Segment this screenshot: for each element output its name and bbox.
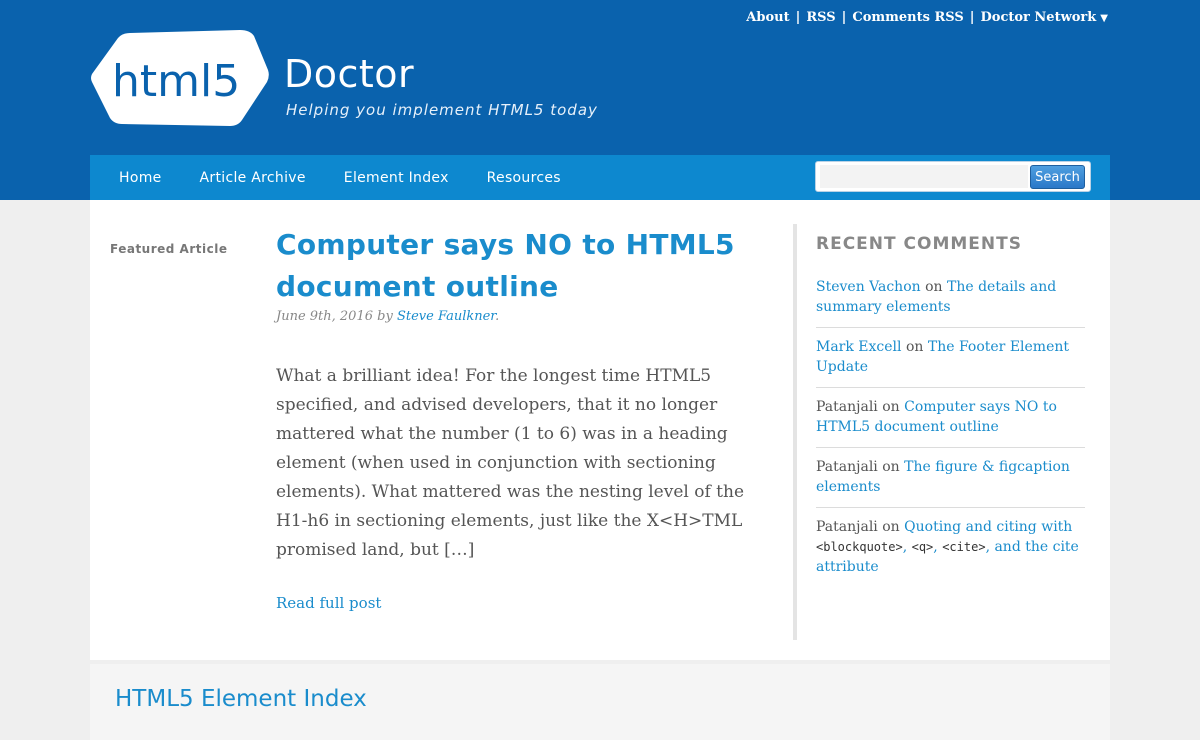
tagline: Helping you implement HTML5 today bbox=[286, 101, 598, 119]
comment-author: Patanjali bbox=[816, 459, 878, 475]
main-nav: Home Article Archive Element Index Resou… bbox=[90, 155, 1110, 200]
code-cite: <cite> bbox=[942, 540, 986, 554]
element-index-title[interactable]: HTML5 Element Index bbox=[115, 686, 367, 712]
comment-on: on bbox=[882, 459, 900, 475]
nav-item-home[interactable]: Home bbox=[119, 170, 162, 186]
featured-article-label: Featured Article bbox=[110, 242, 228, 256]
separator: | bbox=[969, 10, 975, 25]
comment-author: Patanjali bbox=[816, 399, 878, 415]
article-date: June 9th, 2016 bbox=[276, 309, 373, 324]
list-item: Steven Vachon on The details and summary… bbox=[816, 277, 1085, 328]
search-button[interactable]: Search bbox=[1030, 165, 1085, 189]
nav-items: Home Article Archive Element Index Resou… bbox=[119, 155, 599, 200]
search-input[interactable] bbox=[820, 165, 1028, 188]
nav-item-element-index[interactable]: Element Index bbox=[344, 170, 449, 186]
doctor-network-link[interactable]: Doctor Network ▼ bbox=[981, 10, 1109, 25]
element-index-section: HTML5 Element Index bbox=[90, 664, 1110, 740]
list-item: Patanjali on Computer says NO to HTML5 d… bbox=[816, 397, 1085, 448]
article-excerpt: What a brilliant idea! For the longest t… bbox=[276, 366, 744, 560]
post-title-part: Quoting and citing with bbox=[904, 519, 1073, 535]
read-full-post-link[interactable]: Read full post bbox=[276, 594, 381, 612]
comment-author-link[interactable]: Mark Excell bbox=[816, 339, 902, 355]
caret-down-icon: ▼ bbox=[1100, 13, 1108, 24]
top-links: About | RSS | Comments RSS | Doctor Netw… bbox=[746, 10, 1108, 25]
code-blockquote: <blockquote> bbox=[816, 540, 903, 554]
comment-on: on bbox=[882, 399, 900, 415]
byline-by: by bbox=[377, 309, 393, 324]
recent-comments-title: RECENT COMMENTS bbox=[816, 234, 1022, 254]
author-link[interactable]: Steve Faulkner bbox=[397, 309, 495, 324]
code-q: <q> bbox=[911, 540, 934, 554]
comment-on: on bbox=[925, 279, 943, 295]
comments-rss-link[interactable]: Comments RSS bbox=[852, 10, 963, 25]
sidebar-divider bbox=[793, 224, 797, 640]
nav-item-article-archive[interactable]: Article Archive bbox=[200, 170, 306, 186]
rss-link[interactable]: RSS bbox=[806, 10, 835, 25]
post-title-part: , bbox=[902, 539, 912, 555]
list-item: Mark Excell on The Footer Element Update bbox=[816, 337, 1085, 388]
about-link[interactable]: About bbox=[746, 10, 789, 25]
recent-comments-list: Steven Vachon on The details and summary… bbox=[816, 277, 1085, 596]
list-item: Patanjali on Quoting and citing with <bl… bbox=[816, 517, 1085, 587]
comment-on: on bbox=[882, 519, 900, 535]
separator: | bbox=[841, 10, 847, 25]
separator: | bbox=[795, 10, 801, 25]
list-item: Patanjali on The figure & figcaption ele… bbox=[816, 457, 1085, 508]
html5-logo[interactable]: html5 bbox=[90, 30, 270, 126]
nav-item-resources[interactable]: Resources bbox=[487, 170, 561, 186]
doctor-network-label: Doctor Network bbox=[980, 10, 1097, 25]
comment-on: on bbox=[905, 339, 924, 355]
comment-author: Patanjali bbox=[816, 519, 878, 535]
article-byline: June 9th, 2016 by Steve Faulkner. bbox=[276, 309, 500, 324]
logo-text: html5 bbox=[112, 56, 240, 107]
comment-author-link[interactable]: Steven Vachon bbox=[816, 279, 921, 295]
article-title[interactable]: Computer says NO to HTML5 document outli… bbox=[276, 224, 756, 308]
brand-name[interactable]: Doctor bbox=[284, 52, 414, 96]
post-title-part: , bbox=[933, 539, 943, 555]
